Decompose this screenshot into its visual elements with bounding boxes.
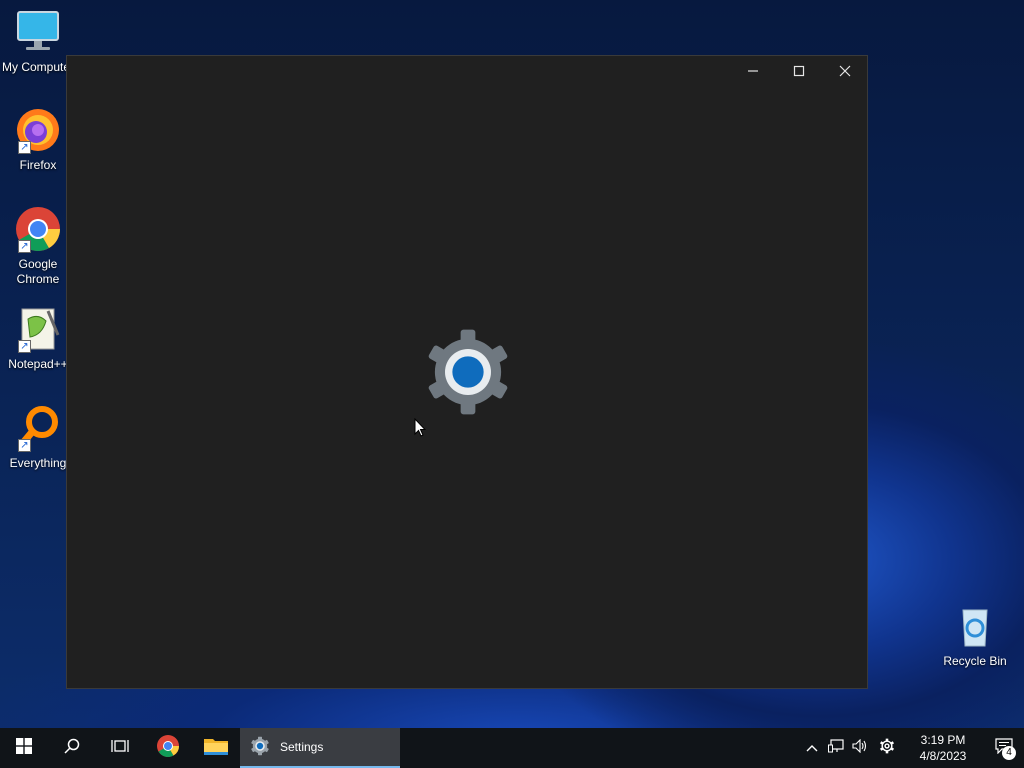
clock-date: 4/8/2023 [919,749,967,763]
chrome-icon [156,734,180,763]
search-icon [64,738,80,759]
speaker-icon [852,738,868,758]
close-icon [839,64,851,82]
desktop-icon-label: My Computer [1,60,75,74]
gear-icon [879,738,895,759]
action-center-button[interactable]: 4 [984,728,1024,768]
network-button[interactable] [824,728,848,768]
mouse-cursor-icon [414,417,427,443]
search-button[interactable] [48,728,96,768]
start-button[interactable] [0,728,48,768]
everything-search-icon: ↗ [14,404,62,452]
desktop-icon-label: Firefox [19,158,57,172]
desktop-icon-label: Recycle Bin [943,654,1007,668]
clock-time: 3:19 PM [920,733,966,747]
tray-settings-button[interactable] [872,728,902,768]
show-hidden-icons-button[interactable] [800,728,824,768]
desktop-icon-my-computer[interactable]: My Computer [0,8,76,75]
taskbar-settings-button[interactable]: Settings [240,728,400,768]
taskbar-clock[interactable]: 3:19 PM 4/8/2023 [908,732,978,764]
desktop-icon-label: Notepad++ [8,357,68,371]
shortcut-arrow-icon: ↗ [18,340,31,353]
desktop-icon-notepad-plus-plus[interactable]: ↗ Notepad++ [0,305,76,372]
folder-icon [203,735,229,762]
network-icon [828,738,844,758]
desktop-icon-firefox[interactable]: ↗ Firefox [0,106,76,173]
shortcut-arrow-icon: ↗ [18,439,31,452]
notification-count-badge: 4 [1002,746,1016,760]
gear-icon [419,326,517,418]
notepad-icon: ↗ [14,305,62,353]
close-button[interactable] [822,58,868,88]
recycle-bin-icon [951,602,999,650]
desktop-icon-everything[interactable]: ↗ Everything [0,404,76,471]
gear-icon [250,736,270,759]
shortcut-arrow-icon: ↗ [18,141,31,154]
system-tray: 3:19 PM 4/8/2023 4 [800,728,1024,768]
chevron-up-icon [806,739,818,757]
shortcut-arrow-icon: ↗ [18,240,31,253]
taskbar-chrome-button[interactable] [144,728,192,768]
task-view-icon [111,738,129,759]
desktop-icon-recycle-bin[interactable]: Recycle Bin [937,602,1013,669]
taskbar-app-label: Settings [280,740,324,754]
desktop-icon-label: Everything [9,456,67,470]
monitor-icon [14,8,62,56]
desktop-icon-google-chrome[interactable]: ↗ Google Chrome [0,205,76,287]
volume-button[interactable] [848,728,872,768]
taskbar: Settings 3:19 PM 4/8/2023 4 [0,728,1024,768]
maximize-icon [793,64,805,82]
task-view-button[interactable] [96,728,144,768]
minimize-icon [747,64,759,82]
windows-logo-icon [16,737,32,759]
maximize-button[interactable] [776,58,822,88]
desktop-icon-label: Google Chrome [16,257,60,286]
chrome-icon: ↗ [14,205,62,253]
minimize-button[interactable] [730,58,776,88]
settings-window[interactable] [66,55,868,689]
firefox-icon: ↗ [14,106,62,154]
taskbar-file-explorer-button[interactable] [192,728,240,768]
